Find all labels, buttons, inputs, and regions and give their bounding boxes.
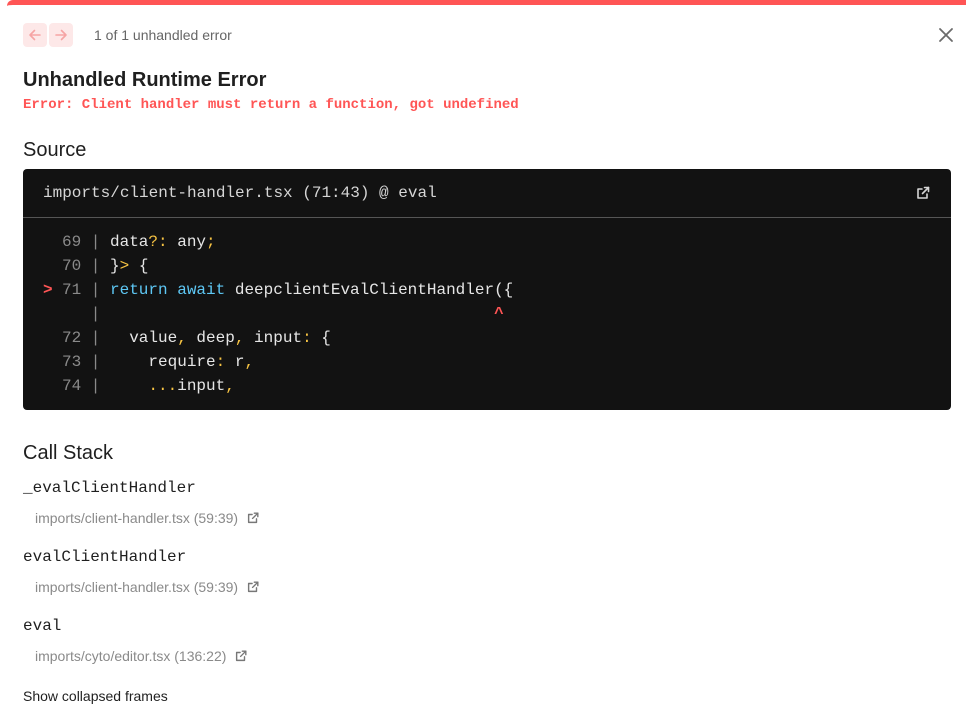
code-lines: 69 | data?: any; 70 |}> {>71 | return await de… xyxy=(23,218,951,398)
error-message: Error: Client handler must return a func… xyxy=(23,97,519,113)
stack-frame-function: _evalClientHandler xyxy=(23,479,196,497)
code-frame-header: imports/client-handler.tsx (71:43) @ eva… xyxy=(23,169,951,218)
code-text: return await deepclientEvalClientHandler… xyxy=(110,278,513,302)
error-line-marker: > xyxy=(43,281,53,299)
code-token: require xyxy=(110,353,216,371)
gutter-separator: | xyxy=(90,257,101,275)
line-number xyxy=(62,302,81,326)
error-title: Unhandled Runtime Error xyxy=(23,69,267,91)
error-line-marker xyxy=(23,374,62,398)
gutter-separator: | xyxy=(90,353,101,371)
gutter-separator: | xyxy=(90,377,101,395)
next-error-button[interactable] xyxy=(49,23,73,47)
stack-frame-function: evalClientHandler xyxy=(23,548,187,566)
external-link-icon[interactable] xyxy=(246,511,260,525)
stack-frame-location[interactable]: imports/client-handler.tsx (59:39) xyxy=(23,578,260,596)
stack-frame: _evalClientHandler imports/client-handle… xyxy=(23,478,260,527)
code-token: , xyxy=(225,377,235,395)
code-token: , xyxy=(234,329,245,347)
code-token: ; xyxy=(206,233,216,251)
code-token: , xyxy=(177,329,187,347)
code-token: ... xyxy=(148,377,178,395)
code-line: 73 | require: r, xyxy=(23,350,951,374)
code-text: ...input, xyxy=(110,374,235,398)
error-dialog: 1 of 1 unhandled error Unhandled Runtime… xyxy=(7,0,966,722)
call-stack-heading: Call Stack xyxy=(23,442,114,464)
code-token: > xyxy=(119,257,130,275)
external-link-icon xyxy=(917,186,930,199)
stack-frame: eval imports/cyto/editor.tsx (136:22) xyxy=(23,616,248,665)
code-text: require: r, xyxy=(110,350,254,374)
line-number: 72 xyxy=(62,329,82,347)
code-token: deepclientEvalClientHandler({ xyxy=(225,281,514,299)
line-number: 70 xyxy=(62,257,82,275)
code-token: { xyxy=(129,257,149,275)
gutter-separator: | xyxy=(90,329,101,347)
external-link-icon[interactable] xyxy=(234,649,248,663)
line-number: 69 xyxy=(62,233,82,251)
code-token: return xyxy=(110,281,168,299)
external-link-icon[interactable] xyxy=(246,580,260,594)
code-token: await xyxy=(177,281,226,299)
code-token: any xyxy=(167,233,207,251)
code-token: } xyxy=(110,257,120,275)
stack-frame-file[interactable]: imports/cyto/editor.tsx (136:22) xyxy=(35,648,226,664)
code-token: , xyxy=(244,353,255,371)
code-text: ^ xyxy=(110,302,504,326)
source-file-location[interactable]: imports/client-handler.tsx (71:43) @ eva… xyxy=(43,184,437,202)
dialog-header: 1 of 1 unhandled error xyxy=(23,22,953,48)
stack-frame: evalClientHandler imports/client-handler… xyxy=(23,547,260,596)
code-token: { xyxy=(311,329,331,347)
code-token: input xyxy=(177,377,226,395)
code-token: ?: xyxy=(148,233,168,251)
error-count: 1 of 1 unhandled error xyxy=(94,27,232,43)
gutter-separator: | xyxy=(90,281,101,299)
close-icon xyxy=(939,28,953,42)
close-button[interactable] xyxy=(934,23,958,47)
arrow-left-icon xyxy=(29,29,41,41)
code-line: 72 | value, deep, input: { xyxy=(23,326,951,350)
show-collapsed-frames-button[interactable]: Show collapsed frames xyxy=(23,688,168,704)
error-navigation xyxy=(23,23,73,47)
code-token: r xyxy=(225,353,245,371)
arrow-right-icon xyxy=(55,29,67,41)
code-line: >71 | return await deepclientEvalClientHan… xyxy=(23,278,951,302)
code-token: : xyxy=(302,329,312,347)
line-number: 73 xyxy=(62,353,82,371)
code-line: 70 |}> { xyxy=(23,254,951,278)
code-line: 69 | data?: any; xyxy=(23,230,951,254)
line-number: 71 xyxy=(62,281,82,299)
stack-frame-file[interactable]: imports/client-handler.tsx (59:39) xyxy=(35,579,238,595)
code-text: data?: any; xyxy=(110,230,216,254)
code-token: value xyxy=(110,329,178,347)
code-token: ^ xyxy=(494,305,504,323)
source-heading: Source xyxy=(23,139,87,161)
code-token: input xyxy=(244,329,303,347)
stack-frame-location[interactable]: imports/cyto/editor.tsx (136:22) xyxy=(23,647,248,665)
code-token: data xyxy=(110,233,149,251)
stack-frame-function: eval xyxy=(23,617,62,635)
error-line-marker xyxy=(23,254,62,278)
gutter-separator: | xyxy=(90,305,101,323)
code-token: : xyxy=(215,353,226,371)
line-number: 74 xyxy=(62,377,82,395)
error-line-marker xyxy=(23,302,62,326)
code-token: deep xyxy=(186,329,235,347)
code-text: value, deep, input: { xyxy=(110,326,331,350)
stack-frame-file[interactable]: imports/client-handler.tsx (59:39) xyxy=(35,510,238,526)
code-line: | ^ xyxy=(23,302,951,326)
code-text: }> { xyxy=(110,254,148,278)
previous-error-button[interactable] xyxy=(23,23,47,47)
code-line: 74 | ...input, xyxy=(23,374,951,398)
open-in-editor-button[interactable] xyxy=(915,185,931,201)
stack-frame-location[interactable]: imports/client-handler.tsx (59:39) xyxy=(23,509,260,527)
gutter-separator: | xyxy=(90,233,101,251)
error-line-marker xyxy=(23,350,62,374)
error-line-marker xyxy=(23,230,62,254)
code-frame: imports/client-handler.tsx (71:43) @ eva… xyxy=(23,169,951,410)
error-line-marker xyxy=(23,326,62,350)
